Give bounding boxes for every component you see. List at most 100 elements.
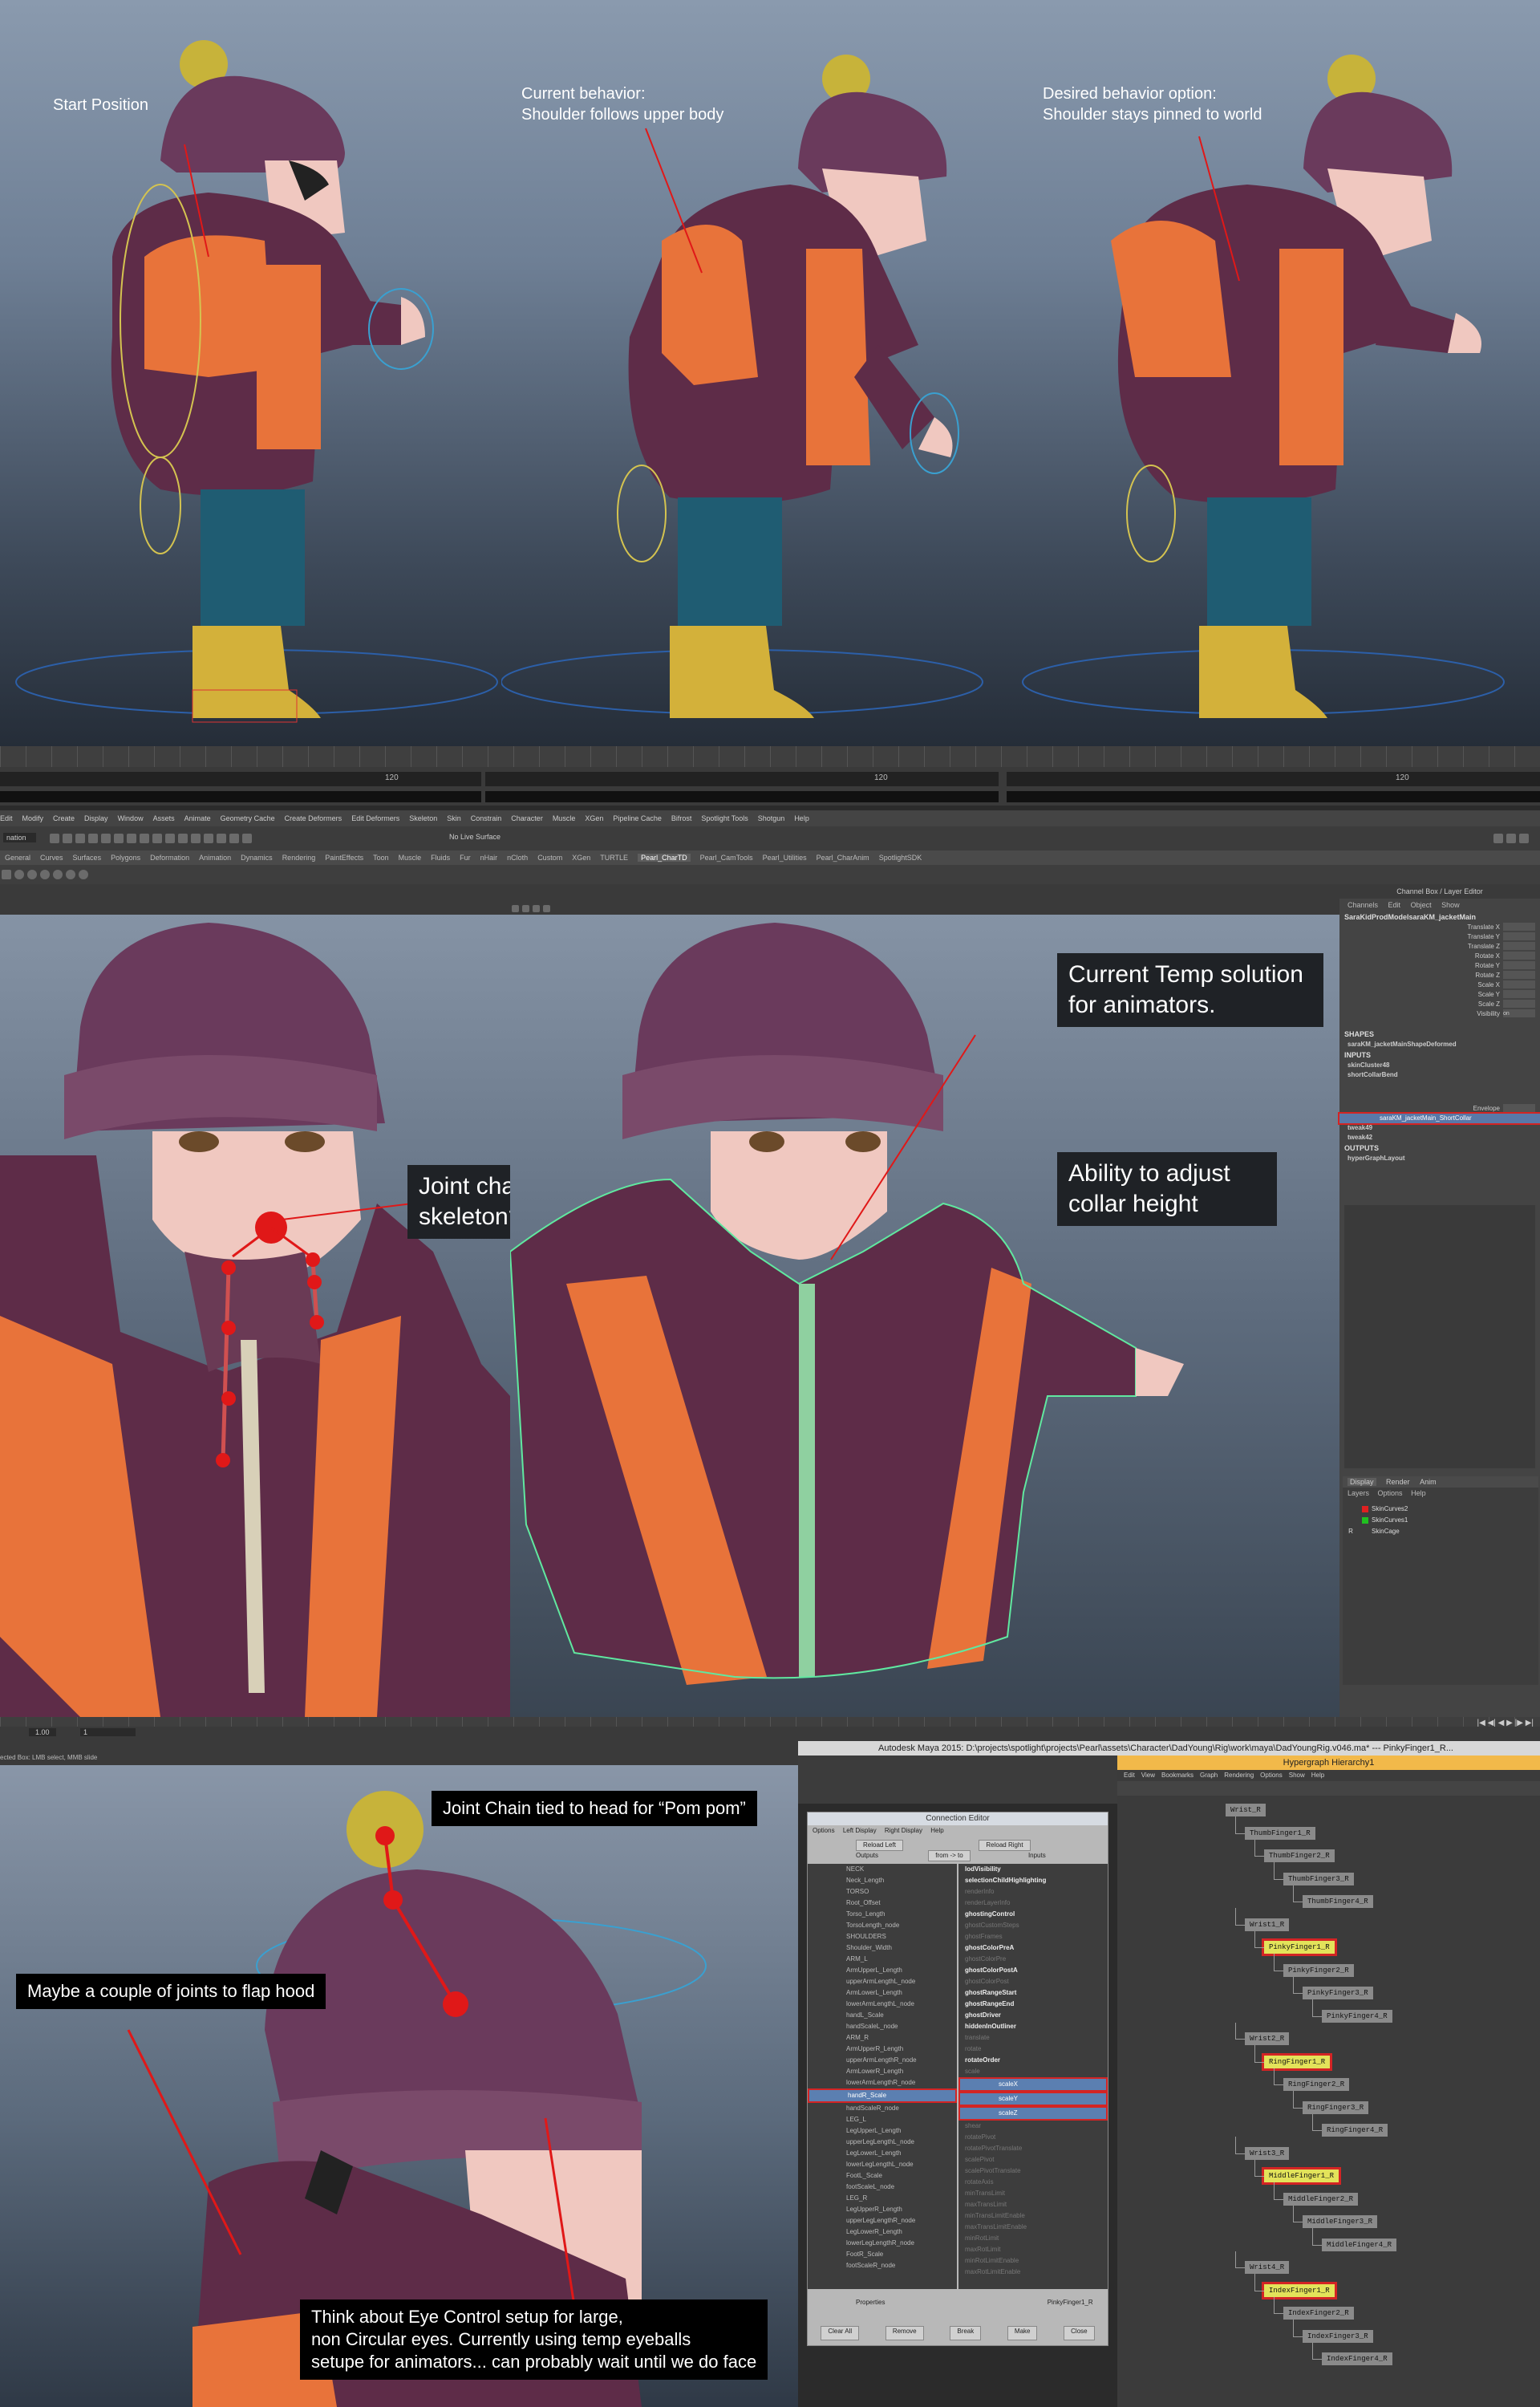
- ce-left-item[interactable]: Neck_Length: [808, 1875, 957, 1886]
- layers-menu[interactable]: Layers: [1348, 1489, 1369, 1497]
- layer-color-swatch[interactable]: [1362, 1506, 1368, 1512]
- ce-right-item[interactable]: selectionChildHighlighting: [958, 1875, 1108, 1886]
- menu-shotgun[interactable]: Shotgun: [758, 814, 785, 822]
- hypergraph-node[interactable]: RingFinger3_R: [1303, 2101, 1369, 2114]
- hypergraph-node[interactable]: Wrist1_R: [1245, 1918, 1290, 1931]
- hypergraph-node[interactable]: PinkyFinger1_R: [1262, 1938, 1337, 1956]
- hypergraph-node[interactable]: MiddleFinger4_R: [1322, 2238, 1397, 2251]
- ce-break-button[interactable]: Break: [950, 2326, 982, 2340]
- channel-attr-field[interactable]: [1503, 980, 1535, 988]
- layer-name[interactable]: SkinCage: [1372, 1526, 1400, 1537]
- render-settings-icon[interactable]: [242, 834, 252, 843]
- shelf-tab-spotlightsdk[interactable]: SpotlightSDK: [879, 854, 922, 862]
- channel-box-toggle-icon[interactable]: [1506, 834, 1516, 843]
- tab-render[interactable]: Render: [1386, 1478, 1410, 1486]
- ce-left-item[interactable]: lowerLegLengthL_node: [808, 2159, 957, 2170]
- open-scene-icon[interactable]: [63, 834, 72, 843]
- shelf-tab-painteffects[interactable]: PaintEffects: [325, 854, 363, 862]
- hg-menu-help[interactable]: Help: [1311, 1772, 1324, 1779]
- shelf-tab-dynamics[interactable]: Dynamics: [241, 854, 273, 862]
- hypergraph-graph[interactable]: Wrist_R ThumbFinger1_R ThumbFinger2_R Thumb…: [1117, 1796, 1540, 2407]
- channel-attr[interactable]: Scale Y: [1339, 990, 1540, 1000]
- ce-right-item[interactable]: minTransLimit: [958, 2188, 1108, 2199]
- ce-right-item[interactable]: scale: [958, 2066, 1108, 2077]
- ce-right-item[interactable]: rotateOrder: [958, 2055, 1108, 2066]
- layer-name[interactable]: SkinCurves1: [1372, 1515, 1408, 1526]
- hypergraph-node[interactable]: PinkyFinger2_R: [1283, 1963, 1354, 1977]
- ce-right-item[interactable]: hiddenInOutliner: [958, 2021, 1108, 2032]
- shelf-tool-icon[interactable]: [40, 870, 50, 879]
- ce-right-list[interactable]: lodVisibility selectionChildHighlighting r…: [958, 1864, 1108, 2289]
- menu-create-deformers[interactable]: Create Deformers: [285, 814, 342, 822]
- layer-render-toggle[interactable]: R: [1343, 1526, 1359, 1537]
- ce-right-item[interactable]: scalePivot: [958, 2154, 1108, 2165]
- shelf-tab-pearl-utilities[interactable]: Pearl_Utilities: [763, 854, 807, 862]
- channel-attr-field[interactable]: [1503, 961, 1535, 969]
- ce-left-item[interactable]: LEG_R: [808, 2193, 957, 2204]
- ce-left-item[interactable]: ArmLowerR_Length: [808, 2066, 957, 2077]
- viewport-desired-behavior[interactable]: Desired behavior option: Shoulder stays …: [1007, 0, 1540, 746]
- shelf-tab-pearl-charanim[interactable]: Pearl_CharAnim: [817, 854, 869, 862]
- menu-edit[interactable]: Edit: [0, 814, 13, 822]
- shelf-menu-icon[interactable]: [2, 870, 11, 879]
- layer-row[interactable]: SkinCurves1: [1343, 1515, 1538, 1526]
- snap-point-icon[interactable]: [178, 834, 188, 843]
- ce-left-item[interactable]: ArmLowerL_Length: [808, 1987, 957, 1999]
- redo-icon[interactable]: [101, 834, 111, 843]
- ce-left-item[interactable]: FootR_Scale: [808, 2249, 957, 2260]
- ce-close-button[interactable]: Close: [1064, 2326, 1095, 2340]
- ce-right-item[interactable]: scaleX: [958, 2077, 1108, 2092]
- time-ruler[interactable]: [0, 1717, 1540, 1727]
- edit-menu[interactable]: Edit: [1388, 901, 1401, 909]
- menu-muscle[interactable]: Muscle: [553, 814, 576, 822]
- shelf-tab-general[interactable]: General: [5, 854, 30, 862]
- live-surface-label[interactable]: No Live Surface: [449, 833, 500, 841]
- range-slider-3[interactable]: [1007, 772, 1540, 786]
- channel-attr-field[interactable]: [1503, 932, 1535, 940]
- ce-left-item[interactable]: lowerArmLengthR_node: [808, 2077, 957, 2088]
- ce-help-menu[interactable]: Help: [930, 1827, 943, 1834]
- menu-animate[interactable]: Animate: [184, 814, 211, 822]
- shaded-icon[interactable]: [533, 905, 540, 912]
- ce-right-display-menu[interactable]: Right Display: [885, 1827, 922, 1834]
- shelf-tool-icon[interactable]: [14, 870, 24, 879]
- ce-right-item[interactable]: ghostCustomSteps: [958, 1920, 1108, 1931]
- time-ruler[interactable]: [0, 746, 1540, 767]
- hypergraph-node[interactable]: ThumbFinger1_R: [1245, 1826, 1315, 1840]
- select-hierarchy-icon[interactable]: [114, 834, 124, 843]
- hypergraph-node[interactable]: ThumbFinger2_R: [1264, 1849, 1335, 1862]
- ce-right-item[interactable]: renderInfo: [958, 1886, 1108, 1898]
- ce-left-item[interactable]: ArmUpperL_Length: [808, 1965, 957, 1976]
- layer-row[interactable]: R SkinCage: [1343, 1526, 1538, 1537]
- ce-left-item[interactable]: NECK: [808, 1864, 957, 1875]
- shelf-tab-animation[interactable]: Animation: [199, 854, 231, 862]
- channel-attr[interactable]: Visibility on: [1339, 1009, 1540, 1019]
- tab-display[interactable]: Display: [1348, 1478, 1376, 1486]
- ce-right-item[interactable]: ghostDriver: [958, 2010, 1108, 2021]
- ce-left-item[interactable]: ARM_R: [808, 2032, 957, 2044]
- hypergraph-node[interactable]: IndexFinger1_R: [1262, 2281, 1337, 2299]
- hypergraph-node[interactable]: ThumbFinger3_R: [1283, 1872, 1354, 1885]
- menu-modify[interactable]: Modify: [22, 814, 44, 822]
- ce-right-item[interactable]: rotate: [958, 2044, 1108, 2055]
- ce-left-item[interactable]: Root_Offset: [808, 1898, 957, 1909]
- shelf-tab-surfaces[interactable]: Surfaces: [73, 854, 102, 862]
- shelf-tool-icon[interactable]: [79, 870, 88, 879]
- menu-skin[interactable]: Skin: [447, 814, 461, 822]
- ce-left-item[interactable]: handL_Scale: [808, 2010, 957, 2021]
- channel-attr-field[interactable]: [1503, 1000, 1535, 1008]
- go-end-icon[interactable]: ▶|: [1526, 1719, 1534, 1727]
- undo-icon[interactable]: [88, 834, 98, 843]
- show-menu[interactable]: Show: [1441, 901, 1460, 909]
- play-back-icon[interactable]: ◀: [1498, 1719, 1505, 1727]
- shelf-tab-fluids[interactable]: Fluids: [431, 854, 450, 862]
- shelf-tab-muscle[interactable]: Muscle: [399, 854, 422, 862]
- channel-attr-field[interactable]: [1503, 971, 1535, 979]
- channel-attr-field[interactable]: [1503, 952, 1535, 960]
- ce-right-item[interactable]: maxTransLimit: [958, 2199, 1108, 2210]
- layer-name[interactable]: SkinCurves2: [1372, 1504, 1408, 1515]
- shelf-tab-pearl-chartd[interactable]: Pearl_CharTD: [638, 854, 691, 862]
- wireframe-icon[interactable]: [522, 905, 529, 912]
- menu-help[interactable]: Help: [794, 814, 809, 822]
- attribute-editor-toggle-icon[interactable]: [1519, 834, 1529, 843]
